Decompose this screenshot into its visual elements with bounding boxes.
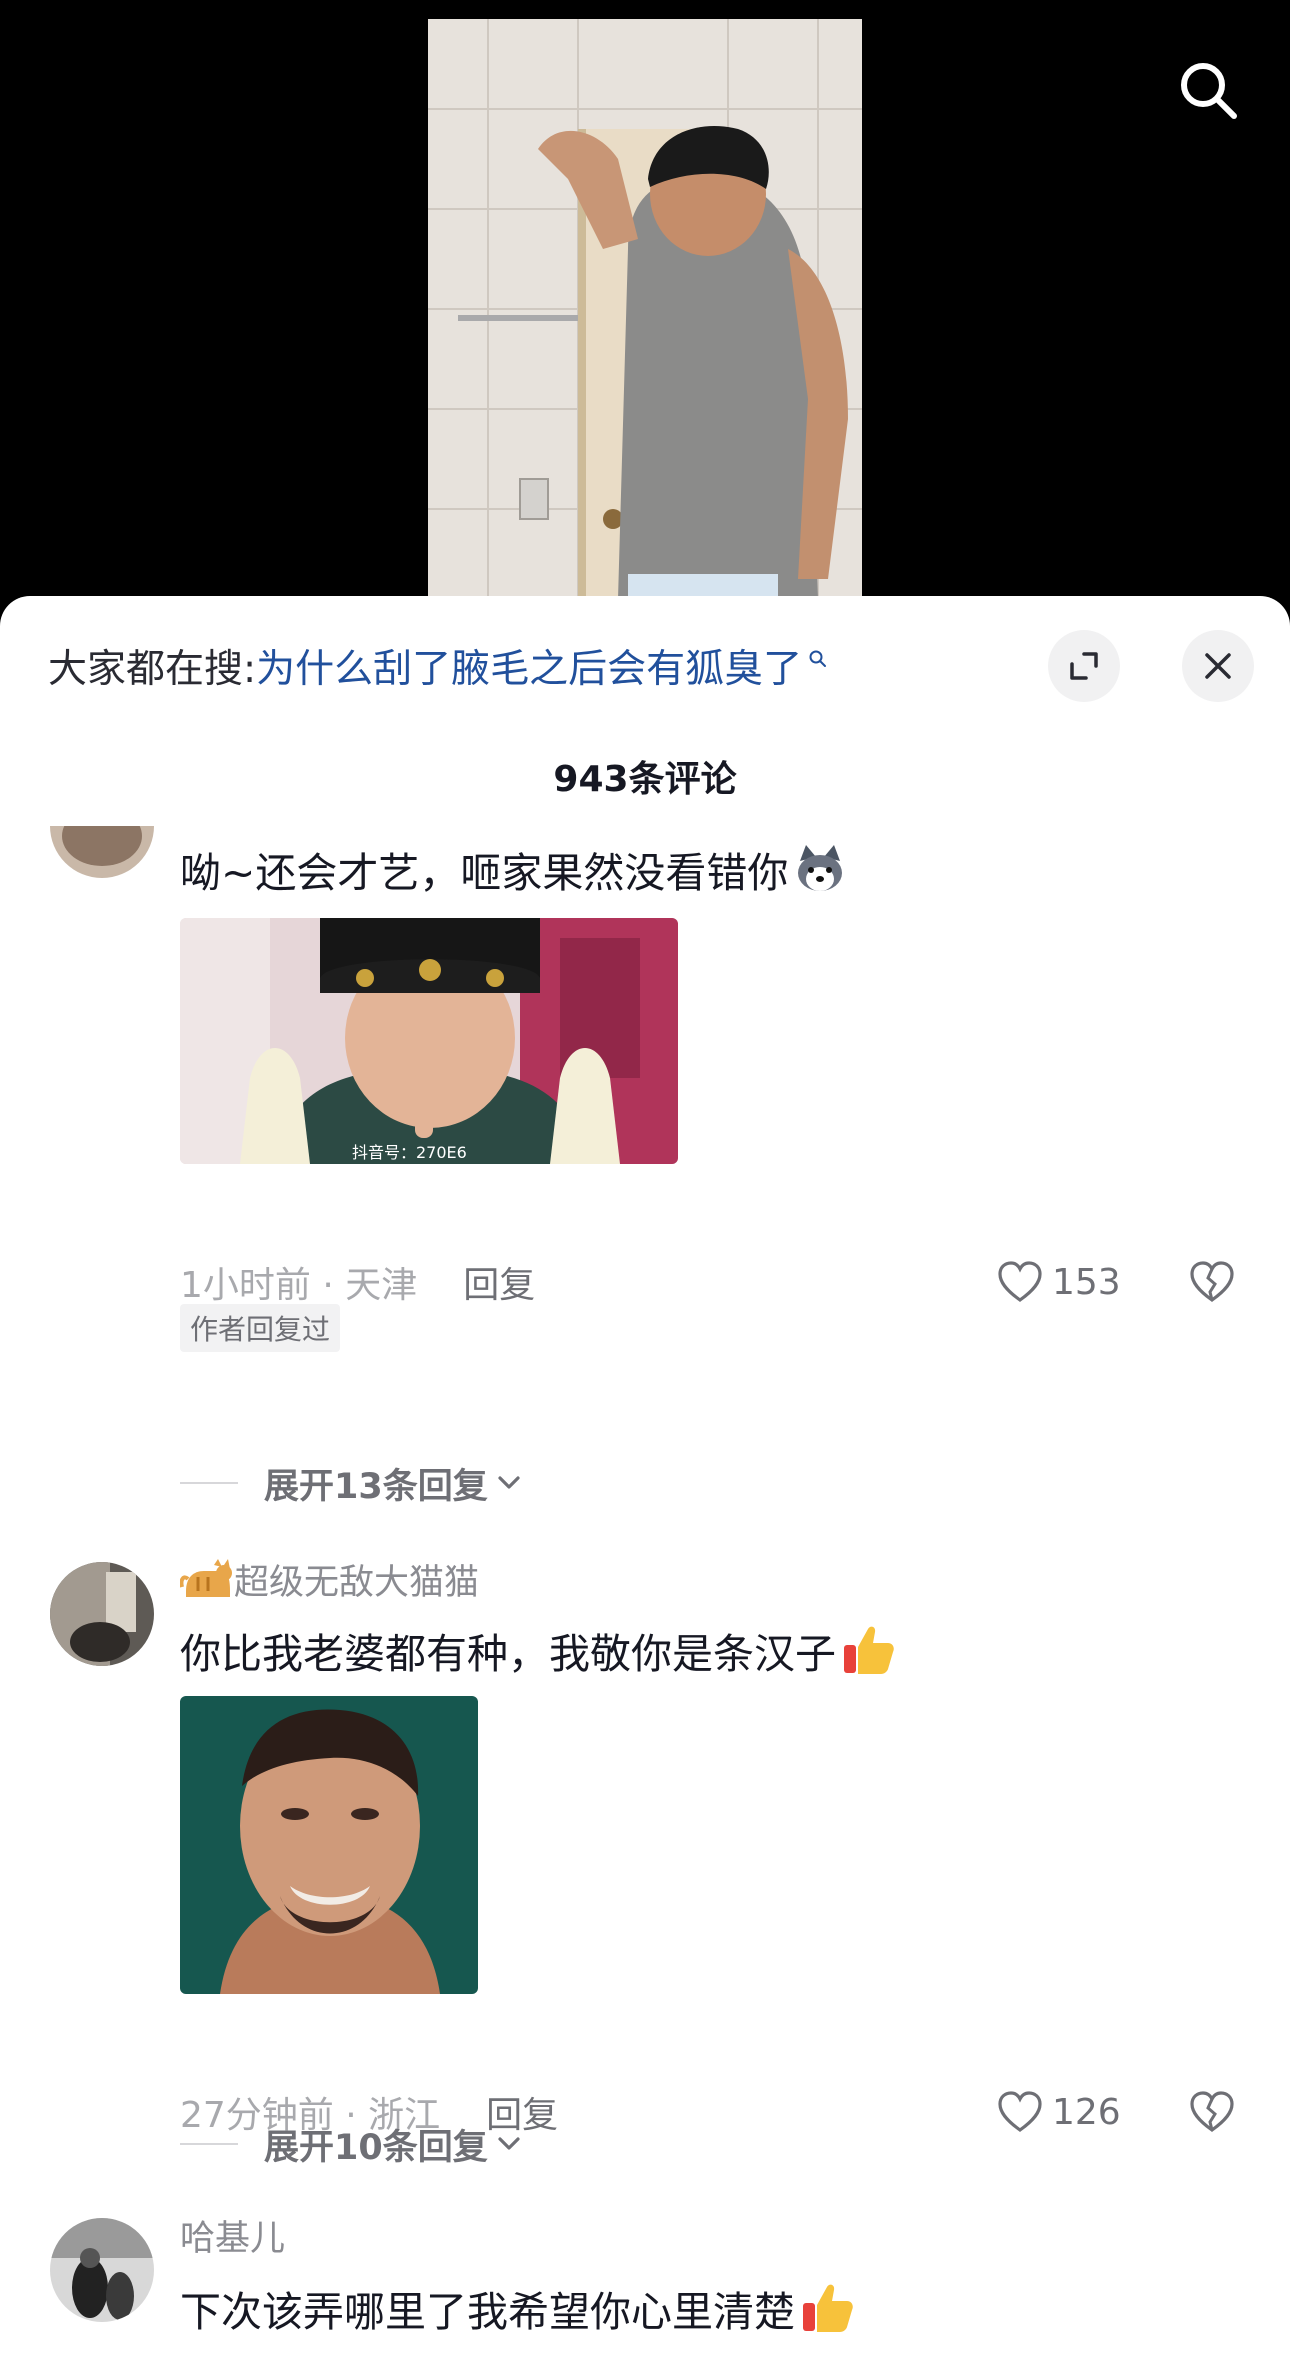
like-count: 126 — [1052, 2091, 1121, 2133]
broken-heart-icon — [1190, 1261, 1234, 1302]
avatar[interactable] — [50, 1562, 154, 1666]
comment-meta: 1小时前 · 天津 回复 — [180, 1260, 535, 1306]
comment-image[interactable]: 抖音号：270E6 — [180, 918, 678, 1164]
expand-replies-button[interactable]: 展开13条回复 — [180, 1458, 524, 1508]
dislike-button[interactable] — [1188, 1260, 1236, 1308]
reply-button[interactable]: 回复 — [463, 1256, 535, 1308]
expand-replies-button[interactable]: 展开10条回复 — [180, 2119, 524, 2169]
expand-icon — [1070, 652, 1098, 680]
heart-icon — [998, 1261, 1042, 1302]
expand-divider — [180, 1482, 238, 1484]
video-frame — [428, 19, 862, 599]
expand-divider — [180, 2143, 238, 2145]
close-icon — [1205, 653, 1231, 679]
expand-replies-label: 展开13条回复 — [264, 1466, 488, 1507]
chevron-down-icon — [498, 2137, 520, 2150]
comment-text: 呦~还会才艺，咂家果然没看错你 — [180, 840, 848, 898]
username[interactable]: 超级无敌大猫猫 — [180, 1554, 479, 1604]
small-search-icon — [809, 650, 827, 667]
video-player[interactable] — [0, 0, 1290, 640]
avatar-image — [50, 2218, 154, 2322]
chevron-down-icon — [498, 1476, 520, 1489]
thumbs-up-emoji-icon — [803, 2284, 853, 2332]
comment-text-content: 下次该弄哪里了我希望你心里清楚 — [180, 2288, 795, 2336]
search-icon — [1181, 63, 1237, 119]
comment-time-location: 1小时前 · 天津 — [180, 1265, 418, 1306]
video-scene — [428, 19, 862, 599]
author-replied-badge: 作者回复过 — [180, 1304, 341, 1352]
like-button[interactable]: 153 — [996, 1260, 1121, 1304]
comment-image[interactable] — [180, 1696, 478, 1994]
meme-image — [180, 1696, 478, 1994]
meme-image: 抖音号：270E6 — [180, 918, 678, 1164]
expand-button[interactable] — [1048, 630, 1120, 702]
dislike-button[interactable] — [1188, 2090, 1236, 2138]
comment-text-content: 呦~还会才艺，咂家果然没看错你 — [180, 849, 789, 897]
username[interactable]: 哈基儿 — [180, 2210, 285, 2260]
avatar[interactable] — [50, 2218, 154, 2322]
close-button[interactable] — [1182, 630, 1254, 702]
username-text: 超级无敌大猫猫 — [234, 1562, 480, 1603]
thumbs-up-emoji-icon — [844, 1626, 894, 1674]
search-button[interactable] — [1170, 52, 1246, 128]
avatar-image — [50, 826, 154, 878]
comment-sheet: 大家都在搜: 为什么刮了腋毛之后会有狐臭了 943条评论 呦~还会才艺，咂家果然… — [0, 596, 1290, 2367]
comment-text-content: 你比我老婆都有种，我敬你是条汉子 — [180, 1630, 836, 1678]
like-button[interactable]: 126 — [996, 2090, 1121, 2134]
expand-replies-label: 展开10条回复 — [264, 2127, 488, 2168]
comment-text: 下次该弄哪里了我希望你心里清楚 — [180, 2278, 857, 2338]
cat-emoji-icon — [180, 1559, 232, 1597]
husky-emoji-icon — [798, 845, 843, 891]
like-count: 153 — [1052, 1261, 1121, 1303]
comment-text: 你比我老婆都有种，我敬你是条汉子 — [180, 1620, 898, 1680]
avatar-image — [50, 1562, 154, 1666]
suggestion-query-link[interactable]: 为什么刮了腋毛之后会有狐臭了 — [256, 638, 802, 694]
search-suggestion[interactable]: 大家都在搜: 为什么刮了腋毛之后会有狐臭了 — [48, 638, 828, 694]
username-text: 哈基儿 — [180, 2218, 286, 2259]
avatar[interactable] — [50, 826, 154, 878]
comment-count-title: 943条评论 — [553, 759, 737, 800]
heart-icon — [998, 2091, 1042, 2132]
broken-heart-icon — [1190, 2091, 1234, 2132]
suggestion-prefix: 大家都在搜: — [48, 647, 257, 692]
image-watermark: 抖音号：270E6 — [352, 1143, 467, 1162]
